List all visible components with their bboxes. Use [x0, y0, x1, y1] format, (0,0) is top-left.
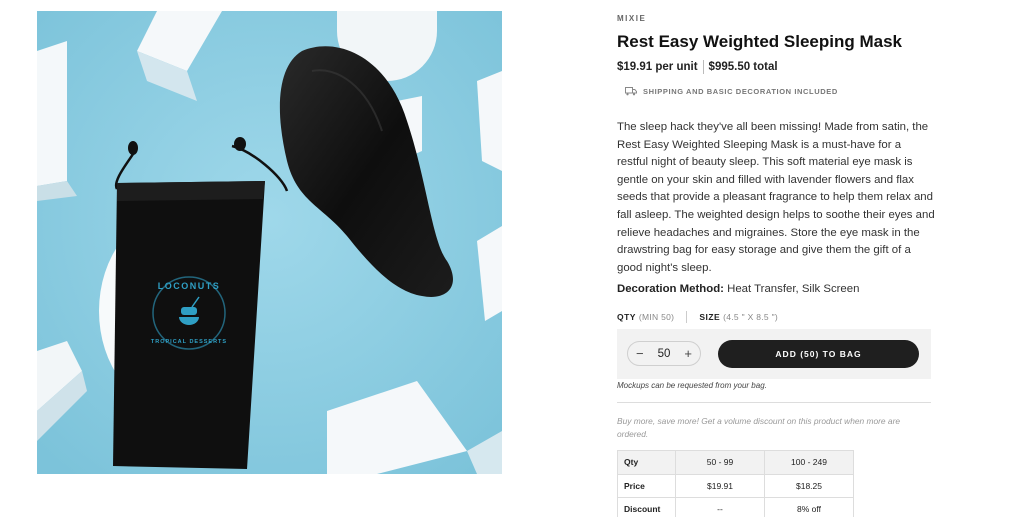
- purchase-box: − 50 + ADD (50) TO BAG: [617, 329, 931, 379]
- decoration-value: Heat Transfer, Silk Screen: [727, 283, 860, 295]
- row-label: Qty: [617, 450, 676, 475]
- row-label: Discount: [617, 497, 676, 517]
- qty-label: QTY: [617, 312, 636, 322]
- table-cell: 8% off: [764, 497, 854, 517]
- price-row: $19.91 per unit $995.50 total: [617, 60, 778, 74]
- unit-price: $19.91 per unit: [617, 61, 698, 73]
- decrement-button[interactable]: −: [636, 347, 644, 360]
- price-divider: [702, 60, 704, 74]
- brand-name[interactable]: MIXIE: [617, 14, 646, 23]
- table-row: Discount -- 8% off: [617, 497, 854, 517]
- increment-button[interactable]: +: [684, 347, 692, 360]
- quantity-value[interactable]: 50: [658, 348, 671, 360]
- volume-table-body: Qty 50 - 99 100 - 249 Price $19.91 $18.25 Disc…: [617, 450, 854, 517]
- row-label: Price: [617, 473, 676, 498]
- product-description: The sleep hack they've all been missing!…: [617, 121, 935, 274]
- add-to-bag-button[interactable]: ADD (50) TO BAG: [718, 340, 919, 368]
- total-price: $995.50 total: [708, 61, 778, 73]
- truck-icon: [625, 87, 637, 96]
- shipping-note: SHIPPING AND BASIC DECORATION INCLUDED: [625, 87, 838, 96]
- table-cell: 100 - 249: [764, 450, 854, 475]
- mockup-note: Mockups can be requested from your bag.: [617, 381, 767, 390]
- section-divider: [617, 402, 931, 403]
- svg-text:TROPICAL DESSERTS: TROPICAL DESSERTS: [151, 339, 227, 345]
- table-cell: --: [675, 497, 765, 517]
- volume-discount-note: Buy more, save more! Get a volume discou…: [617, 416, 901, 439]
- quantity-stepper: − 50 +: [627, 341, 701, 366]
- shipping-note-text: SHIPPING AND BASIC DECORATION INCLUDED: [643, 87, 838, 96]
- options-divider: [686, 311, 688, 323]
- size-label: SIZE: [699, 312, 721, 322]
- volume-pricing-table: Qty 50 - 99 100 - 249 Price $19.91 $18.25 Disc…: [617, 450, 854, 517]
- svg-text:LOCONUTS: LOCONUTS: [158, 281, 221, 291]
- product-image: LOCONUTS TROPICAL DESSERTS: [37, 11, 502, 474]
- qty-hint: (MIN 50): [638, 312, 675, 322]
- table-cell: $19.91: [675, 473, 765, 498]
- table-cell: 50 - 99: [675, 450, 765, 475]
- options-row: QTY (MIN 50) SIZE (4.5 " X 8.5 "): [617, 311, 778, 323]
- size-hint: (4.5 " X 8.5 "): [723, 312, 779, 322]
- table-row: Qty 50 - 99 100 - 249: [617, 450, 854, 475]
- table-row: Price $19.91 $18.25: [617, 473, 854, 498]
- decoration-method: Decoration Method: Heat Transfer, Silk S…: [617, 283, 859, 295]
- decoration-label: Decoration Method:: [617, 283, 724, 295]
- product-photo-illustration: LOCONUTS TROPICAL DESSERTS: [37, 11, 502, 474]
- product-title: Rest Easy Weighted Sleeping Mask: [617, 32, 902, 51]
- table-cell: $18.25: [764, 473, 854, 498]
